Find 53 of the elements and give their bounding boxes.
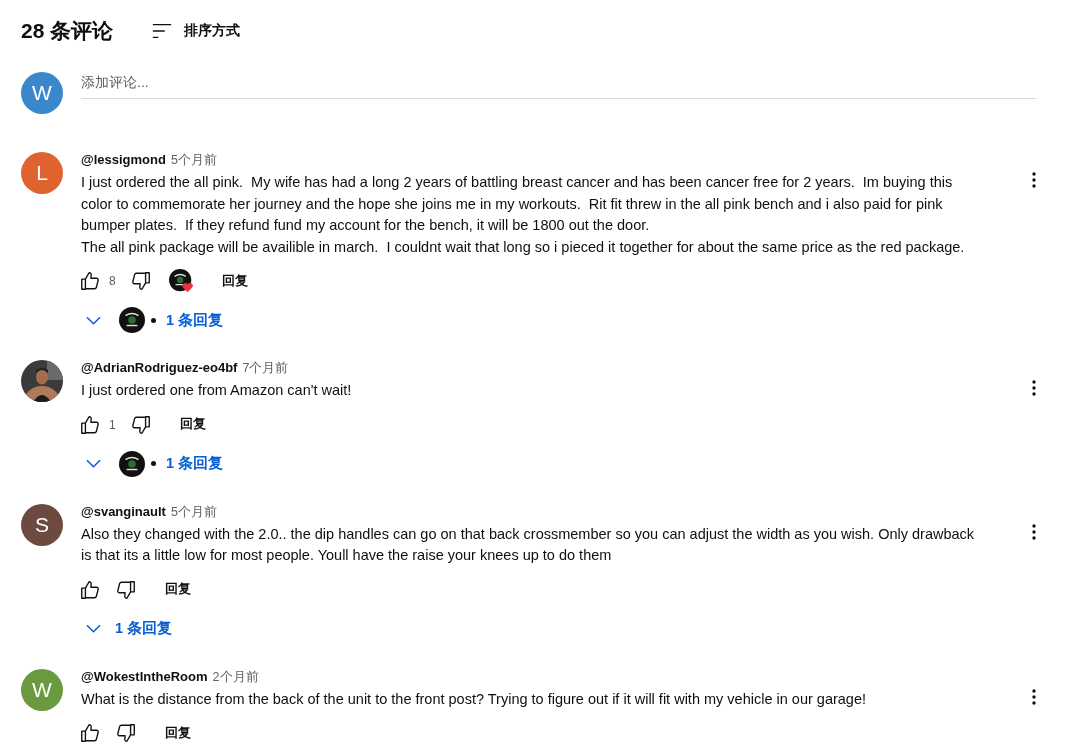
comment-time[interactable]: 5个月前 [170,503,217,521]
more-icon [1032,688,1036,705]
reply-button[interactable]: 回复 [139,724,191,742]
reply-button[interactable]: 回复 [139,581,191,598]
thumbs-up-icon [79,722,101,744]
sort-button[interactable]: 排序方式 [151,20,241,42]
comment-text: color to commemorate her journey and the hope she joins me in my workouts. Rit fit threw in the all pink bench and i also paid for pink [81,194,944,214]
replies-link[interactable]: 1 条回复 [162,454,224,473]
reply-button[interactable]: 回复 [153,416,206,433]
chevron-down-icon [86,624,101,633]
more-button[interactable] [1032,172,1036,188]
comment-text: I just ordered one from Amazon can't wait! [81,381,353,400]
author-name[interactable]: @lessigmond [81,152,166,167]
author-name[interactable]: @AdrianRodriguez-eo4bf [81,360,238,375]
chevron-down-icon [86,315,101,325]
thumbs-down-icon [115,578,137,601]
dot-icon [151,317,156,323]
more-icon [1032,523,1036,540]
like-count: 8 [109,274,116,288]
more-icon [1032,380,1036,396]
author-name[interactable]: @svanginault [81,503,166,519]
comment-text: bumper plates. If they refund fund my account for the bench, it will be 1800 out the door. [81,216,651,235]
thumbs-up-icon [79,578,101,601]
dot-icon [151,461,156,466]
thumbs-down-icon [129,413,152,436]
comment-time[interactable]: 7个月前 [242,360,289,377]
thumbs-up-icon [79,413,101,436]
thumbs-down-icon [129,270,152,292]
comment-text: is that its a little low for most people. Youll have the raise your knees up to do them [81,546,613,565]
like-count: 1 [109,417,116,432]
more-button[interactable] [1032,688,1036,705]
comment-text: Also they changed with the 2.0.. the dip handles can go on that back crossmember so you can adjust the width as you wish. Only drawback [81,524,976,544]
user-avatar: W [21,72,63,114]
chevron-down-icon [86,459,101,468]
user-avatar: L [21,152,63,194]
comment-count: 28 条评论 [21,18,114,44]
thumbs-down-icon [115,722,137,744]
author-name[interactable]: @WokestIntheRoom [81,668,208,684]
more-button[interactable] [1032,380,1036,396]
reply-button[interactable]: 回复 [195,272,248,290]
comment-text: I just ordered the all pink. My wife has had a long 2 years of battling breast cancer and has been cancer free for 2 years. Im buying this [81,173,954,192]
comment-text: The all pink package will be availible in march. I couldnt wait that long so i pieced it together for about the same price as the red package. [81,237,966,257]
replies-link[interactable]: 1 条回复 [111,619,173,638]
user-avatar: W [21,668,63,711]
comment-time[interactable]: 5个月前 [170,152,217,169]
comment-time[interactable]: 2个月前 [212,668,259,686]
thumbs-up-icon [79,270,101,292]
replies-link[interactable]: 1 条回复 [162,310,224,330]
comment-field[interactable]: 添加评论... [81,72,1036,99]
more-button[interactable] [1032,523,1036,540]
more-icon [1032,172,1036,188]
user-avatar: S [21,503,63,546]
comment-text: What is the distance from the back of the unit to the front post? Trying to figure out if it will fit with my vehicle in our garage! [81,689,867,709]
